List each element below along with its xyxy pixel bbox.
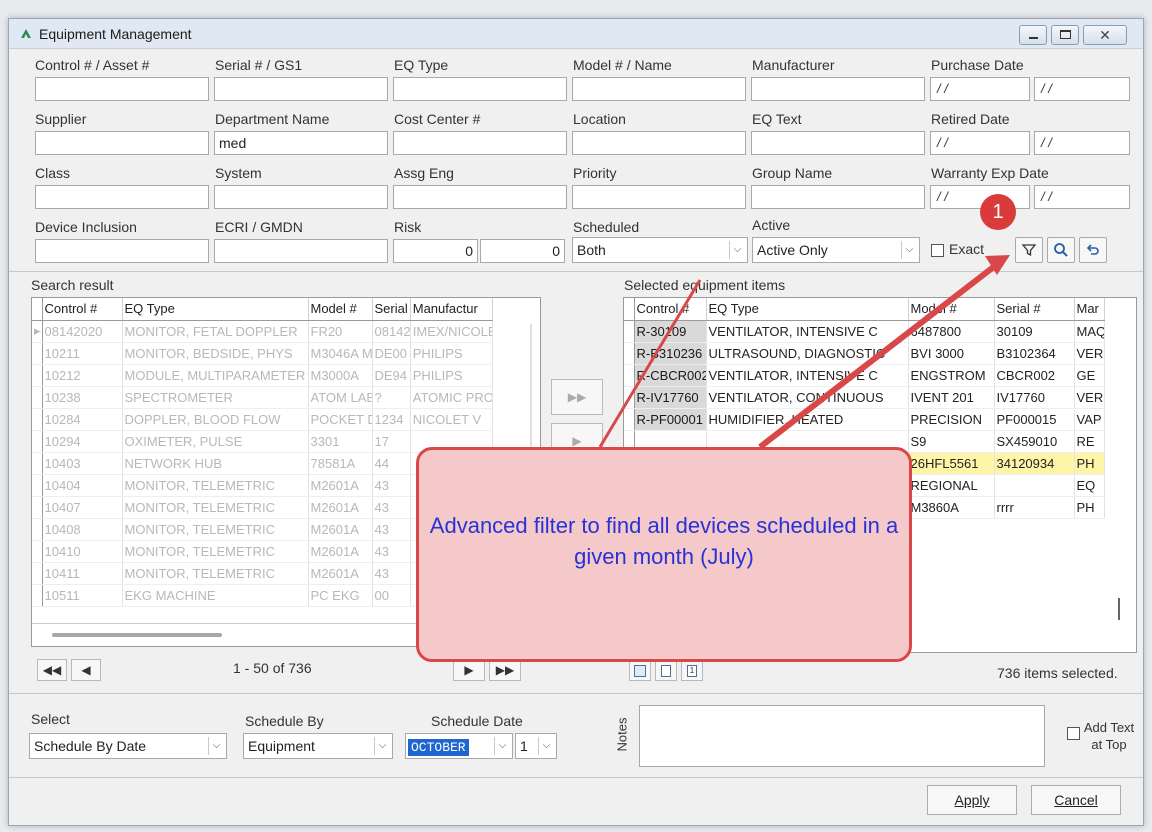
callout-arrows [598, 255, 1010, 450]
callout-text: Advanced filter to find all devices sche… [429, 513, 899, 569]
step-badge: 1 [980, 194, 1016, 230]
arrow-line [758, 259, 1002, 450]
annotation-callout: Advanced filter to find all devices sche… [416, 447, 912, 662]
callout-pointer-line [598, 279, 702, 448]
